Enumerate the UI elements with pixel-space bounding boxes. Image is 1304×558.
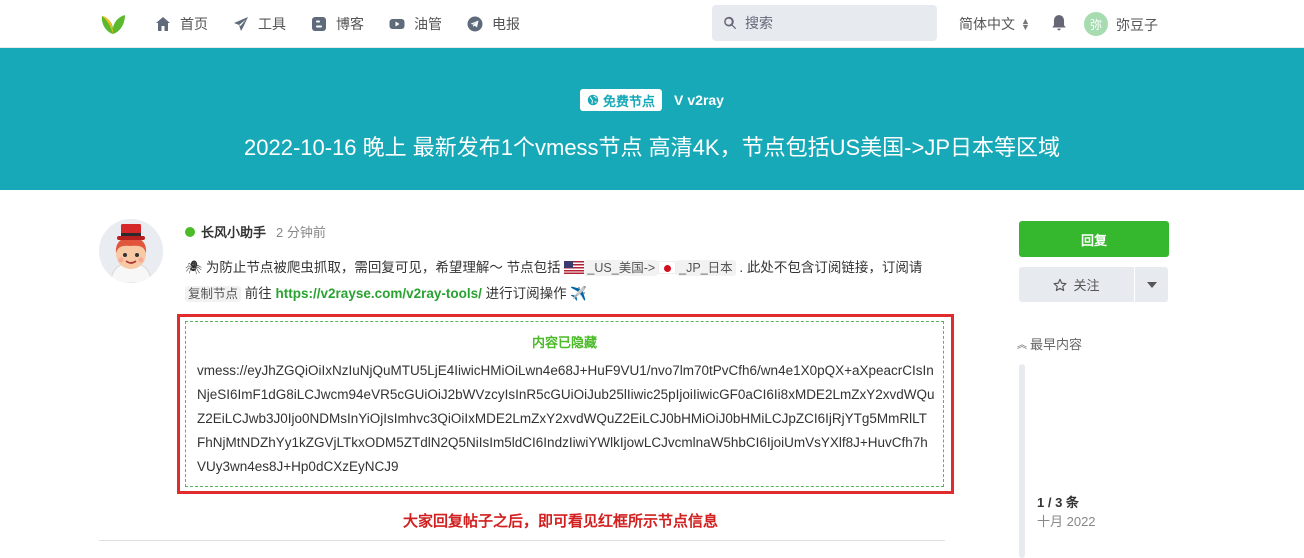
sort-caret-icon: ▲ ▼ bbox=[1021, 16, 1030, 32]
nav-tools[interactable]: 工具 bbox=[233, 14, 286, 34]
post-author[interactable]: 长风小助手 bbox=[201, 222, 266, 241]
nav-blog-label: 博客 bbox=[336, 16, 364, 32]
nav-telegram-label: 电报 bbox=[492, 16, 520, 32]
nav-tools-label: 工具 bbox=[258, 16, 286, 32]
language-label: 简体中文 bbox=[959, 16, 1015, 32]
code-us: _US_美国-> bbox=[584, 260, 659, 276]
top-header: 首页 工具 博客 油管 电报 简体中文 ▲▼ 弥 弥豆子 bbox=[0, 0, 1304, 48]
follow-button[interactable]: 关注 bbox=[1019, 267, 1134, 302]
search-box[interactable] bbox=[712, 5, 937, 41]
tag-list: 免费节点 V v2ray bbox=[0, 89, 1304, 111]
tag-free-nodes-label: 免费节点 bbox=[603, 93, 656, 109]
home-icon bbox=[156, 17, 170, 31]
youtube-icon bbox=[389, 19, 405, 29]
code-jp: _JP_日本 bbox=[676, 260, 736, 276]
caret-down-icon bbox=[1146, 281, 1157, 288]
us-flag-icon bbox=[564, 261, 585, 274]
spider-icon: 🕷 bbox=[185, 260, 203, 275]
post-divider bbox=[99, 540, 945, 541]
leaf-logo-icon[interactable] bbox=[100, 12, 126, 36]
double-chevron-up-icon: ︽ bbox=[1017, 340, 1027, 351]
discussion-title: 2022-10-16 晚上 最新发布1个vmess节点 高清4K，节点包括US美… bbox=[244, 135, 1060, 160]
user-avatar[interactable]: 弥 bbox=[1084, 12, 1108, 36]
earliest-content-link[interactable]: ︽ 最早内容 bbox=[1017, 334, 1082, 353]
follow-dropdown-toggle[interactable] bbox=[1135, 267, 1168, 302]
reply-notice: 大家回复帖子之后，即可看见红框所示节点信息 bbox=[403, 512, 719, 530]
language-selector[interactable]: 简体中文 ▲ ▼ bbox=[959, 14, 1030, 34]
tag-v2ray-label: v2ray bbox=[687, 92, 724, 108]
search-input[interactable] bbox=[745, 15, 925, 31]
post-text-3: 前往 bbox=[244, 286, 272, 301]
post-text-1: 为防止节点被爬虫抓取，需回复可见，希望理解～ 节点包括 bbox=[205, 260, 561, 275]
user-initial: 弥 bbox=[1089, 17, 1102, 32]
tag-v2ray[interactable]: V v2ray bbox=[674, 89, 724, 111]
hidden-content-box: 内容已隐藏 vmess://eyJhZGQiOiIxNzIuNjQuMTU5Lj… bbox=[185, 321, 944, 487]
post-meta: 长风小助手 2 分钟前 bbox=[185, 222, 326, 241]
post-body: 🕷 为防止节点被爬虫抓取，需回复可见，希望理解～ 节点包括 _US_美国-> _J… bbox=[185, 255, 955, 307]
author-avatar[interactable] bbox=[99, 219, 163, 283]
highlight-frame: 内容已隐藏 vmess://eyJhZGQiOiIxNzIuNjQuMTU5Lj… bbox=[177, 314, 954, 494]
bell-icon[interactable] bbox=[1050, 14, 1068, 32]
earliest-label: 最早内容 bbox=[1030, 337, 1083, 352]
follow-label: 关注 bbox=[1073, 278, 1100, 293]
nav-youtube[interactable]: 油管 bbox=[389, 14, 442, 34]
main-nav: 首页 工具 博客 油管 电报 bbox=[155, 0, 545, 48]
username[interactable]: 弥豆子 bbox=[1116, 15, 1158, 35]
author-avatar-image bbox=[99, 219, 163, 283]
nav-home-label: 首页 bbox=[180, 16, 208, 32]
nav-youtube-label: 油管 bbox=[414, 16, 442, 32]
scrubber-date: 十月 2022 bbox=[1037, 514, 1096, 529]
post-time[interactable]: 2 分钟前 bbox=[276, 222, 326, 241]
globe-icon bbox=[587, 94, 599, 106]
nav-telegram[interactable]: 电报 bbox=[467, 14, 520, 34]
v2ray-icon: V bbox=[674, 92, 684, 108]
telegram-icon bbox=[467, 16, 483, 32]
tag-free-nodes[interactable]: 免费节点 bbox=[580, 89, 663, 111]
post-text-4: 进行订阅操作 bbox=[485, 286, 567, 301]
jp-flag-icon bbox=[658, 261, 677, 274]
paper-plane-icon bbox=[234, 17, 248, 31]
nav-home[interactable]: 首页 bbox=[155, 14, 208, 34]
v2ray-tools-link[interactable]: https://v2rayse.com/v2ray-tools/ bbox=[276, 286, 482, 301]
nav-blog[interactable]: 博客 bbox=[311, 14, 364, 34]
discussion-hero: 免费节点 V v2ray 2022-10-16 晚上 最新发布1个vmess节点… bbox=[0, 48, 1304, 190]
code-copy-node: 复制节点 bbox=[185, 286, 242, 302]
post-text-2: . 此处不包含订阅链接，订阅请 bbox=[739, 260, 923, 275]
blogger-icon bbox=[312, 17, 326, 31]
reply-button[interactable]: 回复 bbox=[1019, 221, 1169, 257]
vmess-link-text[interactable]: vmess://eyJhZGQiOiIxNzIuNjQuMTU5LjE4Iiwi… bbox=[197, 359, 935, 479]
follow-button-group: 关注 bbox=[1019, 267, 1168, 302]
search-icon bbox=[724, 16, 737, 30]
hidden-content-label: 内容已隐藏 bbox=[531, 335, 597, 350]
online-status-dot bbox=[185, 226, 195, 237]
scrubber-count: 1 / 3 条 bbox=[1037, 495, 1079, 510]
airplane-icon: ✈️ bbox=[570, 286, 588, 301]
star-outline-icon bbox=[1053, 278, 1068, 291]
post-scrubber-track[interactable] bbox=[1019, 364, 1025, 558]
